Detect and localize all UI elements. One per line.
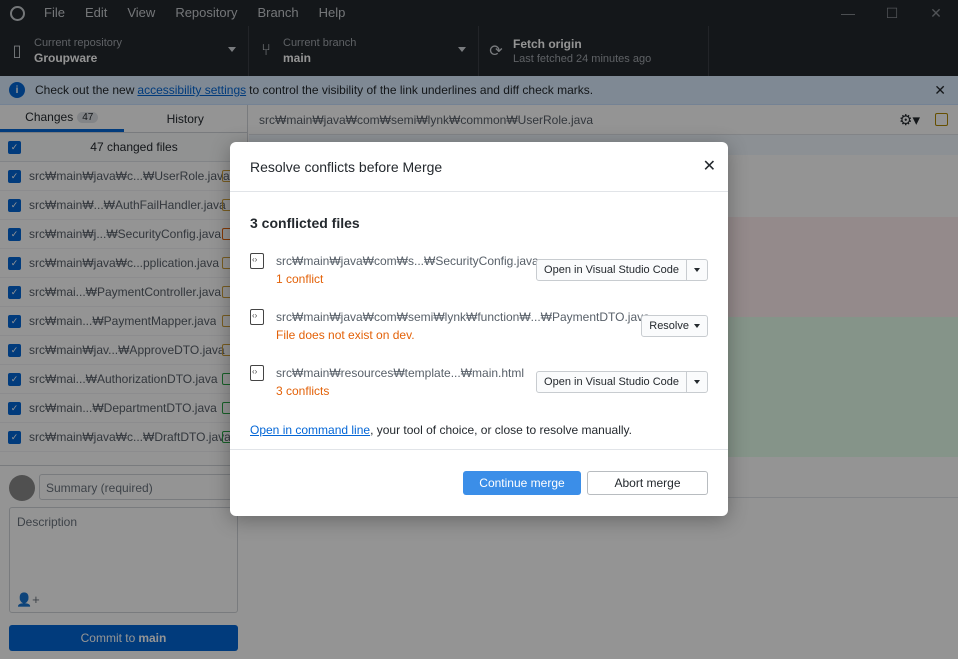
resolve-label: Resolve (649, 320, 689, 332)
file-code-icon (250, 365, 264, 381)
dialog-header: Resolve conflicts before Merge ✕ (230, 142, 728, 192)
dialog-title: Resolve conflicts before Merge (250, 158, 443, 175)
file-code-icon (250, 253, 264, 269)
conflict-file-path: src₩main₩java₩com₩s...₩SecurityConfig.ja… (276, 254, 539, 268)
open-in-editor-label[interactable]: Open in Visual Studio Code (537, 372, 687, 392)
conflict-row: src₩main₩java₩com₩s...₩SecurityConfig.ja… (250, 253, 708, 293)
conflict-status: 1 conflict (276, 272, 324, 286)
chevron-down-icon[interactable] (687, 372, 707, 392)
continue-merge-button[interactable]: Continue merge (463, 471, 581, 495)
file-code-icon (250, 309, 264, 325)
conflict-file-path: src₩main₩java₩com₩semi₩lynk₩function₩...… (276, 310, 650, 324)
conflict-file-path: src₩main₩resources₩template...₩main.html (276, 366, 525, 380)
open-in-editor-button[interactable]: Open in Visual Studio Code (536, 371, 708, 393)
chevron-down-icon[interactable] (687, 260, 707, 280)
chevron-down-icon (694, 324, 700, 328)
open-command-line-link[interactable]: Open in command line (250, 423, 370, 437)
conflicted-files-heading: 3 conflicted files (250, 215, 360, 231)
dialog-close-icon[interactable]: ✕ (703, 156, 716, 176)
conflict-row: src₩main₩resources₩template...₩main.html… (250, 365, 708, 405)
command-line-hint: Open in command line, your tool of choic… (250, 423, 632, 437)
conflict-row: src₩main₩java₩com₩semi₩lynk₩function₩...… (250, 309, 708, 349)
dialog-footer: Continue merge Abort merge (230, 449, 728, 516)
resolve-button[interactable]: Resolve (641, 315, 708, 337)
resolve-conflicts-dialog: Resolve conflicts before Merge ✕ 3 confl… (230, 142, 728, 516)
open-in-editor-label[interactable]: Open in Visual Studio Code (537, 260, 687, 280)
conflict-status: 3 conflicts (276, 384, 330, 398)
open-in-editor-button[interactable]: Open in Visual Studio Code (536, 259, 708, 281)
command-line-rest: , your tool of choice, or close to resol… (370, 423, 632, 437)
abort-merge-button[interactable]: Abort merge (587, 471, 708, 495)
conflict-status: File does not exist on dev. (276, 328, 415, 342)
